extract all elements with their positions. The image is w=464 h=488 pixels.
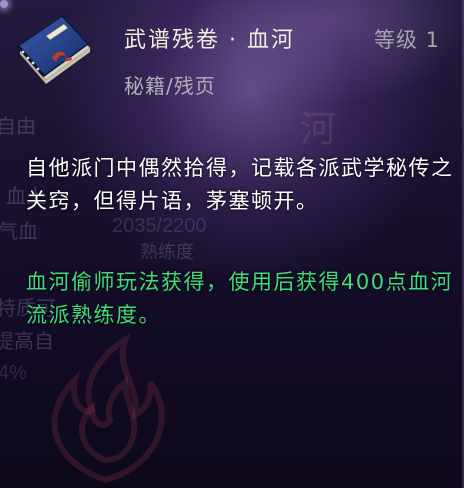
tooltip-frame: [0, 0, 464, 488]
item-tooltip: 河 自由 血上 气血 2035/2200 熟练度 特质可 提高自 4% 武谱残卷…: [0, 0, 464, 488]
